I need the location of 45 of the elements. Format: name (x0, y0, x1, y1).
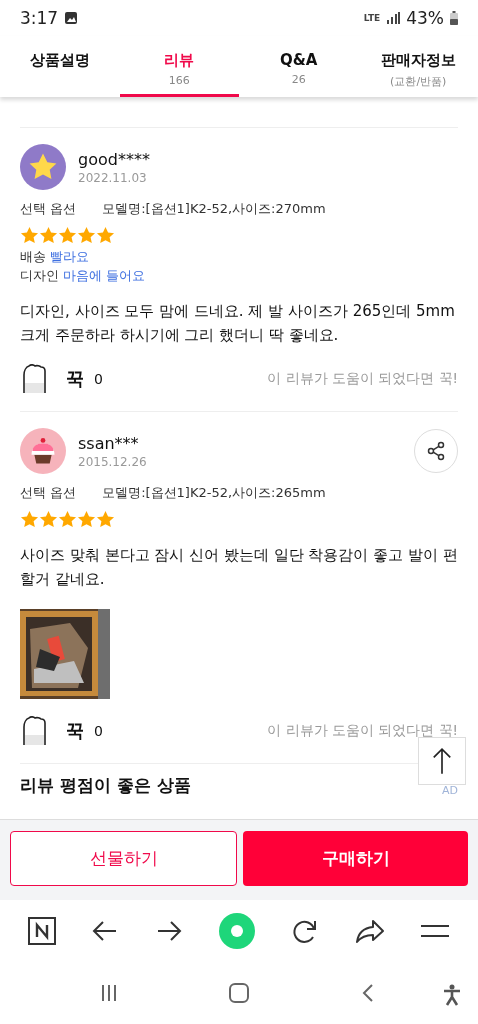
signal-icon (386, 12, 401, 24)
tab[interactable]: Q&A 26 (239, 36, 359, 97)
recent-apps-icon[interactable] (99, 983, 119, 1003)
naver-icon[interactable] (27, 917, 56, 945)
battery-level: 43% (406, 8, 444, 28)
accessibility-icon[interactable] (442, 984, 462, 1006)
buy-button[interactable]: 구매하기 (243, 831, 468, 886)
review-attribute: 디자인 마음에 들어요 (20, 267, 147, 285)
option-label: 선택 옵션 (20, 200, 77, 218)
battery-icon (450, 11, 458, 25)
option-value: 모델명:[옵션1]K2-52,사이즈:270mm (102, 200, 326, 218)
section-title: 리뷰 평점이 좋은 상품 (20, 774, 192, 797)
option-value: 모델명:[옵션1]K2-52,사이즈:265mm (102, 484, 326, 502)
review-attribute: 배송 빨라요 (20, 248, 91, 266)
review-date: 2015.12.26 (78, 454, 147, 469)
like-label[interactable]: 꾹 (66, 719, 84, 743)
share-icon[interactable] (426, 441, 446, 461)
home-icon[interactable] (229, 983, 249, 1003)
image-icon (64, 11, 79, 25)
hand-icon[interactable] (20, 715, 48, 747)
like-hint: 이 리뷰가 도움이 되었다면 꾹! (267, 722, 458, 740)
tab[interactable]: 리뷰 166 (119, 36, 239, 97)
gift-button[interactable]: 선물하기 (10, 831, 237, 886)
clock: 3:17 (20, 8, 59, 28)
option-label: 선택 옵션 (20, 484, 77, 502)
review-date: 2022.11.03 (78, 170, 148, 185)
review-text: 사이즈 맞춰 본다고 잠시 신어 봤는데 일단 착용감이 좋고 발이 편할거 같네요. (20, 545, 458, 590)
tab[interactable]: 판매자정보 (교환/반품) (358, 36, 478, 97)
review-text: 디자인, 사이즈 모두 맘에 드네요. 제 발 사이즈가 265인데 5mm크게 주문하라 하시기에 그리 했더니 딱 좋네요. (20, 301, 456, 346)
share-button[interactable] (414, 429, 458, 473)
cupcake-avatar-icon (20, 428, 66, 474)
star-avatar-icon (20, 144, 66, 190)
user-name: ssan*** (78, 433, 140, 453)
tab[interactable]: 상품설명 (0, 36, 120, 97)
ad-label: AD (442, 784, 458, 797)
like-count: 0 (94, 723, 103, 739)
scroll-top-button[interactable] (418, 737, 466, 785)
like-count: 0 (94, 371, 103, 387)
share-arrow-icon[interactable] (354, 917, 385, 945)
user-name: good**** (78, 149, 150, 169)
up-arrow-icon[interactable] (431, 746, 453, 776)
network-label: LTE (363, 13, 381, 23)
like-hint: 이 리뷰가 도움이 되었다면 꾹! (267, 370, 458, 388)
hand-icon[interactable] (20, 363, 48, 395)
like-label[interactable]: 꾹 (66, 367, 84, 391)
